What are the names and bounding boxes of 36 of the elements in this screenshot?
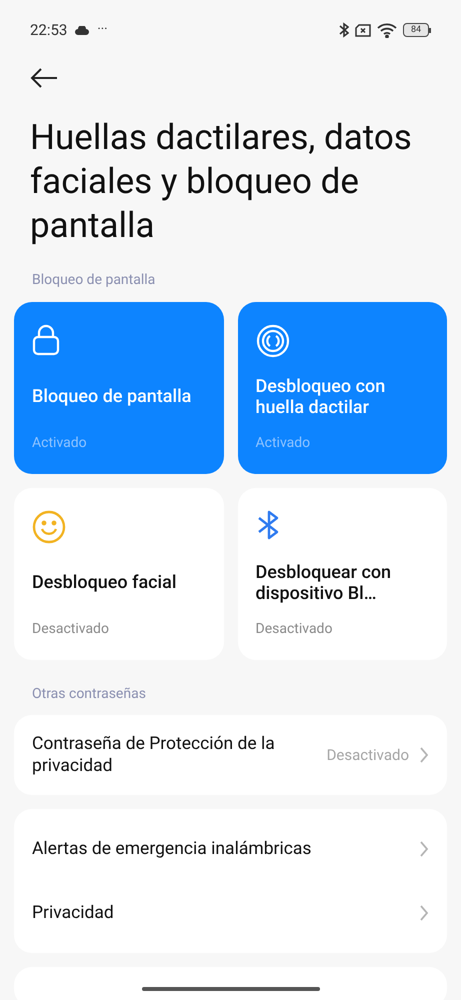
more-notifications: ··· bbox=[97, 21, 108, 40]
lock-icon bbox=[32, 324, 60, 356]
tile-title: Desbloqueo con huella dactilar bbox=[256, 376, 386, 418]
settings-row[interactable]: Privacidad bbox=[14, 881, 447, 945]
unlock-tile[interactable]: Desbloqueo con huella dactilar Activado bbox=[238, 302, 447, 474]
wifi-icon bbox=[377, 22, 397, 38]
tile-title: Desbloquear con dispositivo Bl… bbox=[256, 562, 392, 604]
chevron-right-icon bbox=[419, 904, 429, 922]
unlock-tile[interactable]: Bloqueo de pantalla Activado bbox=[14, 302, 224, 474]
smiley-icon bbox=[32, 510, 66, 544]
clock: 22:53 bbox=[30, 20, 68, 41]
settings-row[interactable]: Alertas de emergencia inalámbricas bbox=[14, 817, 447, 881]
chevron-right-icon bbox=[419, 840, 429, 858]
row-label: Alertas de emergencia inalámbricas bbox=[32, 838, 312, 860]
battery-level: 84 bbox=[410, 26, 422, 34]
fingerprint-icon bbox=[256, 324, 290, 358]
row-label: Privacidad bbox=[32, 902, 115, 924]
tile-status: Activado bbox=[256, 434, 312, 453]
row-label: Contraseña de Protección de la privacidad bbox=[32, 733, 276, 777]
back-arrow-icon bbox=[30, 68, 58, 88]
row-value: Desactivado bbox=[326, 744, 409, 766]
tile-title: Desbloqueo facial bbox=[32, 572, 176, 593]
tile-status: Activado bbox=[32, 434, 88, 453]
chevron-right-icon bbox=[419, 746, 429, 764]
unlock-tile[interactable]: Desbloquear con dispositivo Bl… Desactivado bbox=[238, 488, 447, 660]
sim-icon bbox=[355, 24, 371, 36]
settings-row[interactable]: Contraseña de Protección de la privacidad Desactivado bbox=[14, 723, 447, 787]
section-header: Bloqueo de pantalla bbox=[31, 271, 156, 290]
tile-title: Bloqueo de pantalla bbox=[32, 386, 192, 407]
tile-status: Desactivado bbox=[256, 620, 334, 639]
section-header: Otras contraseñas bbox=[31, 685, 147, 704]
bluetooth-icon bbox=[339, 22, 349, 38]
tile-status: Desactivado bbox=[32, 620, 110, 639]
unlock-tile[interactable]: Desbloqueo facial Desactivado bbox=[14, 488, 224, 660]
cloud-icon bbox=[75, 26, 90, 34]
page-title: Huellas dactilares, datos faciales y bloqueo de pantalla bbox=[30, 116, 413, 248]
